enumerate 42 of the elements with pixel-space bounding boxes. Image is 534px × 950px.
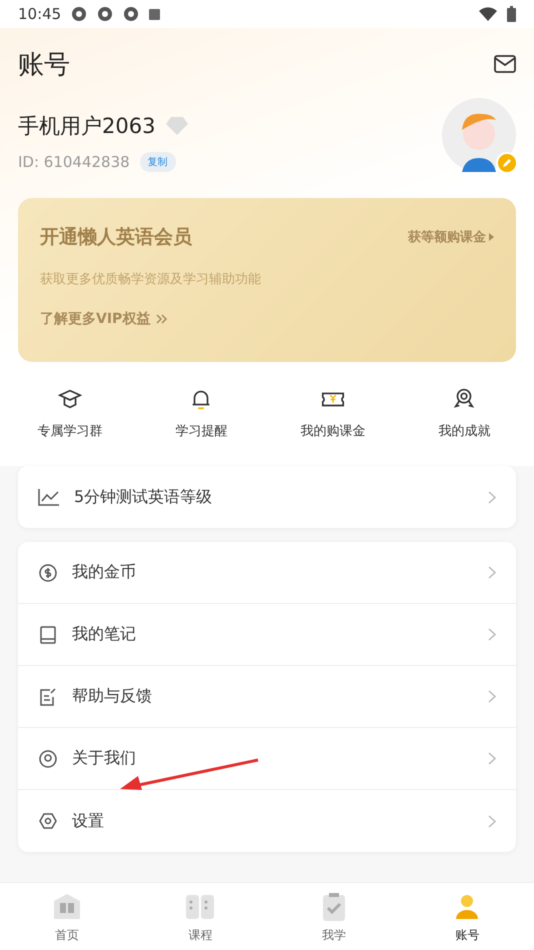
nav-tab[interactable]: 首页 <box>0 883 134 950</box>
nav-tab[interactable]: 课程 <box>134 883 267 950</box>
menu-item[interactable]: 帮助与反馈 <box>18 666 516 728</box>
mail-icon[interactable] <box>494 55 516 73</box>
menu-item[interactable]: 我的金币 <box>18 542 516 604</box>
nav-tab[interactable]: 我学 <box>267 883 400 950</box>
double-chevron-icon <box>156 314 168 324</box>
coin-icon <box>38 562 58 582</box>
vip-title: 开通懒人英语会员 <box>40 225 192 250</box>
shortcut-button[interactable]: 我的购课金 <box>267 386 398 440</box>
chevron-icon <box>488 690 496 703</box>
nav-tab[interactable]: 账号 <box>400 883 534 950</box>
aperture-icon <box>123 6 140 22</box>
settings-icon <box>38 811 58 831</box>
chart-line-icon <box>38 488 60 506</box>
person-circle-icon <box>38 748 58 768</box>
edit-note-icon <box>38 686 58 706</box>
chevron-icon <box>488 566 496 579</box>
aperture-icon <box>71 6 88 22</box>
test-row[interactable]: 5分钟测试英语等级 <box>18 466 516 528</box>
aperture-icon <box>97 6 114 22</box>
shortcut-button[interactable]: 专属学习群 <box>4 386 136 440</box>
chevron-icon <box>488 628 496 641</box>
status-time: 10:45 <box>18 5 62 23</box>
chevron-icon <box>488 814 496 828</box>
caret-icon <box>489 233 494 241</box>
chevron-icon <box>488 752 496 765</box>
app-badge-icon <box>149 8 160 20</box>
shortcut-button[interactable]: 我的成就 <box>398 386 530 440</box>
avatar-icon[interactable] <box>442 98 516 172</box>
menu-item[interactable]: 我的笔记 <box>18 604 516 666</box>
book-icon <box>38 624 58 644</box>
user-id: ID: 610442838 <box>18 153 130 171</box>
shortcut-button[interactable]: 学习提醒 <box>136 386 267 440</box>
page-title: 账号 <box>18 48 70 82</box>
battery-icon <box>507 6 516 22</box>
menu-item[interactable]: 设置 <box>18 790 516 852</box>
wifi-icon <box>479 7 497 21</box>
diamond-icon <box>165 116 190 136</box>
chevron-icon <box>488 490 496 504</box>
user-name: 手机用户2063 <box>18 113 156 140</box>
vip-subtitle: 获取更多优质畅学资源及学习辅助功能 <box>40 271 262 288</box>
